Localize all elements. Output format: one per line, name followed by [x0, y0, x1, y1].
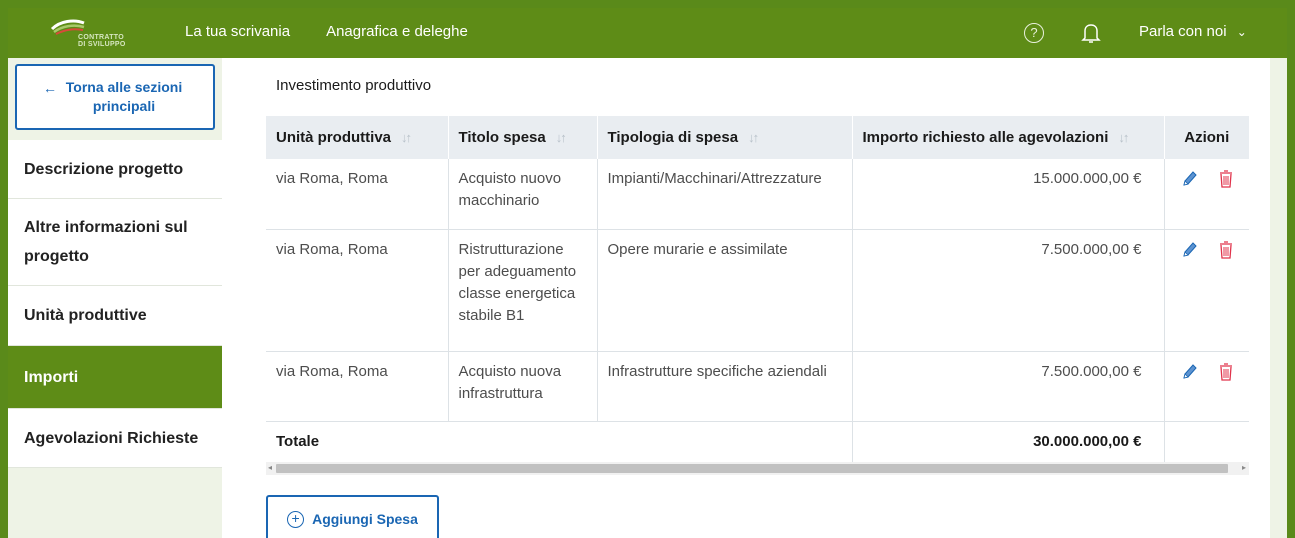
col-header-label: Importo richiesto alle agevolazioni [862, 129, 1109, 146]
table-row: via Roma, Roma Acquisto nuova infrastrut… [266, 351, 1249, 422]
sidebar-item-label: Importi [24, 368, 79, 386]
sort-icon[interactable]: ↓↑ [748, 130, 759, 145]
question-circle-icon[interactable]: ? [1024, 23, 1044, 43]
col-header-azioni: Azioni [1164, 116, 1249, 159]
cell-unita: via Roma, Roma [266, 229, 449, 352]
nav-la-tua-scrivania[interactable]: La tua scrivania [185, 23, 290, 40]
sidebar-item-altre-informazioni[interactable]: Altre informazioni sul progetto [8, 199, 222, 286]
chat-menu[interactable]: Parla con noi ⌄ [1139, 23, 1247, 40]
top-header: CONTRATTO DI SVILUPPO La tua scrivania A… [8, 8, 1287, 58]
chat-label: Parla con noi [1139, 23, 1227, 40]
cell-tipologia: Impianti/Macchinari/Attrezzature [597, 159, 853, 230]
sidebar-item-descrizione-progetto[interactable]: Descrizione progetto [8, 140, 222, 199]
col-header-unita[interactable]: Unità produttiva ↓↑ [266, 116, 449, 159]
cell-azioni [1164, 351, 1249, 422]
cell-titolo: Acquisto nuova infrastruttura [448, 351, 598, 422]
sort-icon[interactable]: ↓↑ [556, 130, 567, 145]
col-header-label: Unità produttiva [276, 129, 391, 146]
arrow-left-icon: ← [43, 80, 57, 96]
col-header-titolo[interactable]: Titolo spesa ↓↑ [448, 116, 598, 159]
add-expense-button[interactable]: + Aggiungi Spesa [266, 495, 439, 538]
logo-text-line2: DI SVILUPPO [78, 41, 126, 48]
cell-azioni [1164, 229, 1249, 352]
scroll-right-icon[interactable]: ▸ [1242, 463, 1246, 472]
sidebar-item-label: Altre informazioni sul progetto [24, 219, 188, 265]
sidebar-menu: Descrizione progetto Altre informazioni … [8, 140, 222, 468]
sidebar-item-unita-produttive[interactable]: Unità produttive [8, 286, 222, 346]
logo[interactable]: CONTRATTO DI SVILUPPO [50, 17, 150, 49]
chevron-down-icon: ⌄ [1236, 25, 1247, 39]
pencil-icon[interactable] [1181, 363, 1197, 381]
right-strip [1270, 58, 1287, 538]
col-header-label: Tipologia di spesa [607, 129, 739, 146]
cell-unita: via Roma, Roma [266, 351, 449, 422]
sidebar: ← Torna alle sezioni principali Descrizi… [8, 58, 222, 538]
pencil-icon[interactable] [1181, 241, 1197, 259]
table-row: via Roma, Roma Acquisto nuovo macchinari… [266, 159, 1249, 230]
scroll-left-icon[interactable]: ◂ [268, 463, 272, 472]
cell-azioni [1164, 159, 1249, 230]
trash-icon[interactable] [1219, 240, 1233, 259]
section-title: Investimento produttivo [276, 77, 432, 94]
sort-icon[interactable]: ↓↑ [1118, 130, 1129, 145]
nav-anagrafica-deleghe[interactable]: Anagrafica e deleghe [326, 23, 468, 40]
main-nav: La tua scrivania Anagrafica e deleghe [185, 23, 468, 40]
sort-icon[interactable]: ↓↑ [401, 130, 412, 145]
cell-importo: 7.500.000,00 € [852, 229, 1165, 352]
cell-importo: 15.000.000,00 € [852, 159, 1165, 230]
col-header-label: Azioni [1184, 129, 1230, 146]
expenses-table: Unità produttiva ↓↑ Titolo spesa ↓↑ Tipolo… [266, 116, 1249, 463]
logo-text: CONTRATTO DI SVILUPPO [78, 34, 126, 48]
col-header-label: Titolo spesa [458, 129, 546, 146]
table-header-row: Unità produttiva ↓↑ Titolo spesa ↓↑ Tipolo… [266, 116, 1249, 159]
total-value: 30.000.000,00 € [852, 421, 1165, 463]
plus-circle-icon: + [287, 510, 305, 528]
trash-icon[interactable] [1219, 362, 1233, 381]
sidebar-item-label: Descrizione progetto [24, 160, 184, 178]
back-button-label: Torna alle sezioni principali [65, 79, 183, 114]
back-button[interactable]: ← Torna alle sezioni principali [15, 64, 215, 130]
cell-unita: via Roma, Roma [266, 159, 449, 230]
logo-text-line1: CONTRATTO [78, 34, 124, 41]
cell-tipologia: Infrastrutture specifiche aziendali [597, 351, 853, 422]
col-header-tipologia[interactable]: Tipologia di spesa ↓↑ [597, 116, 853, 159]
cell-titolo: Ristrutturazione per adeguamento classe … [448, 229, 598, 352]
sidebar-item-agevolazioni-richieste[interactable]: Agevolazioni Richieste [8, 409, 222, 468]
horizontal-scrollbar[interactable]: ◂ ▸ [266, 462, 1249, 475]
col-header-importo[interactable]: Importo richiesto alle agevolazioni ↓↑ [852, 116, 1165, 159]
sidebar-item-importi[interactable]: Importi [8, 346, 222, 409]
logo-swoosh-icon [50, 19, 85, 35]
sidebar-item-label: Agevolazioni Richieste [24, 429, 199, 447]
bell-icon[interactable] [1081, 22, 1101, 44]
table-total-row: Totale 30.000.000,00 € [266, 421, 1249, 463]
pencil-icon[interactable] [1181, 170, 1197, 188]
total-label: Totale [266, 421, 853, 463]
table-row: via Roma, Roma Ristrutturazione per adeg… [266, 229, 1249, 352]
cell-tipologia: Opere murarie e assimilate [597, 229, 853, 352]
add-expense-label: Aggiungi Spesa [312, 511, 418, 527]
trash-icon[interactable] [1219, 170, 1233, 188]
cell-importo: 7.500.000,00 € [852, 351, 1165, 422]
scrollbar-thumb[interactable] [276, 464, 1228, 473]
cell-titolo: Acquisto nuovo macchinario [448, 159, 598, 230]
sidebar-item-label: Unità produttive [24, 307, 147, 324]
total-empty-cell [1164, 421, 1249, 463]
